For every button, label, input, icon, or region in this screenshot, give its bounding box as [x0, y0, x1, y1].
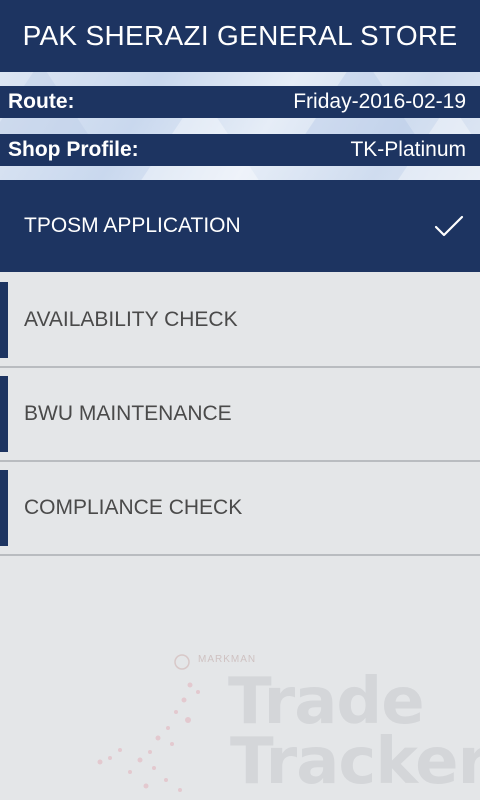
shop-profile-row: Shop Profile: TK-Platinum: [0, 134, 480, 166]
menu-item-label: COMPLIANCE CHECK: [24, 496, 243, 519]
map-dots-graphic: [97, 654, 200, 792]
store-title-bar: PAK SHERAZI GENERAL STORE: [0, 0, 480, 72]
menu-item-accent-bar: [0, 376, 8, 452]
menu-item-label: AVAILABILITY CHECK: [24, 308, 238, 331]
store-title: PAK SHERAZI GENERAL STORE: [22, 20, 458, 51]
menu-item-accent-bar: [0, 470, 8, 546]
menu-item-tposm-application[interactable]: TPOSM APPLICATION: [0, 180, 480, 272]
watermark-text-trade: Trade: [228, 665, 425, 739]
watermark-brand: MARKMAN: [198, 654, 257, 665]
menu-item-availability-check[interactable]: AVAILABILITY CHECK: [0, 274, 480, 368]
shop-profile-value: TK-Platinum: [350, 138, 466, 161]
menu-item-label: TPOSM APPLICATION: [24, 214, 241, 237]
shop-profile-label: Shop Profile:: [8, 138, 139, 161]
trade-tracker-watermark: MARKMAN Trade Tracker: [80, 640, 480, 800]
menu-item-bwu-maintenance[interactable]: BWU MAINTENANCE: [0, 368, 480, 462]
route-value: Friday-2016-02-19: [293, 90, 466, 113]
route-row: Route: Friday-2016-02-19: [0, 86, 480, 118]
route-label: Route:: [8, 90, 75, 113]
checkmark-icon: [434, 215, 464, 237]
menu-item-label: BWU MAINTENANCE: [24, 402, 232, 425]
menu-item-compliance-check[interactable]: COMPLIANCE CHECK: [0, 462, 480, 556]
menu-item-accent-bar: [0, 282, 8, 358]
watermark-text-tracker: Tracker: [230, 725, 480, 799]
